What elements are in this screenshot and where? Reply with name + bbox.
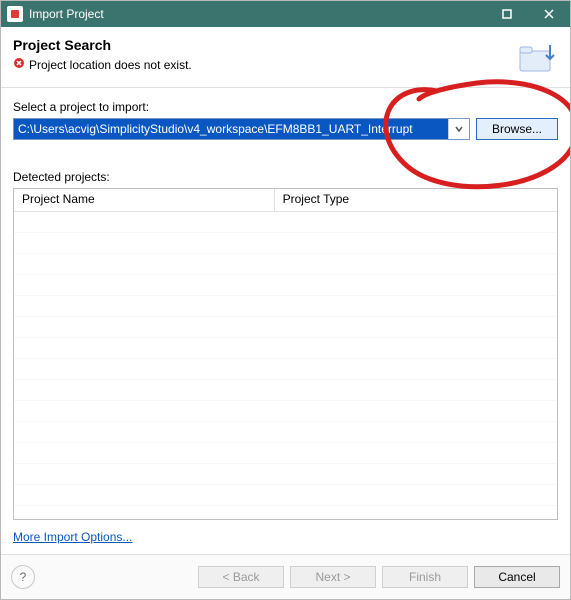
column-project-type[interactable]: Project Type	[275, 189, 557, 211]
maximize-button[interactable]	[486, 1, 528, 27]
finish-button[interactable]: Finish	[382, 566, 468, 588]
help-button[interactable]: ?	[11, 565, 35, 589]
next-button[interactable]: Next >	[290, 566, 376, 588]
error-message: Project location does not exist.	[29, 58, 192, 72]
project-path-combo[interactable]	[13, 118, 470, 140]
window-title: Import Project	[29, 7, 486, 21]
more-import-options-link[interactable]: More Import Options...	[13, 530, 558, 544]
dialog-body: Select a project to import: Browse... De…	[1, 88, 570, 554]
banner-heading: Project Search	[13, 37, 516, 53]
import-folder-icon	[516, 37, 558, 79]
dialog-banner: Project Search Project location does not…	[1, 27, 570, 88]
import-project-dialog: Import Project Project Search Project lo…	[0, 0, 571, 600]
titlebar: Import Project	[1, 1, 570, 27]
detected-projects-label: Detected projects:	[13, 170, 558, 184]
app-icon	[7, 6, 23, 22]
project-path-input[interactable]	[14, 119, 448, 139]
detected-projects-table: Project Name Project Type	[13, 188, 558, 520]
project-path-row: Browse...	[13, 118, 558, 140]
cancel-button[interactable]: Cancel	[474, 566, 560, 588]
select-project-label: Select a project to import:	[13, 100, 558, 114]
table-body-empty	[14, 212, 557, 519]
back-button[interactable]: < Back	[198, 566, 284, 588]
error-icon	[13, 57, 25, 72]
browse-button[interactable]: Browse...	[476, 118, 558, 140]
error-message-row: Project location does not exist.	[13, 57, 516, 72]
dialog-footer: ? < Back Next > Finish Cancel	[1, 554, 570, 599]
column-project-name[interactable]: Project Name	[14, 189, 275, 211]
table-header: Project Name Project Type	[14, 189, 557, 212]
close-button[interactable]	[528, 1, 570, 27]
chevron-down-icon[interactable]	[448, 119, 469, 139]
